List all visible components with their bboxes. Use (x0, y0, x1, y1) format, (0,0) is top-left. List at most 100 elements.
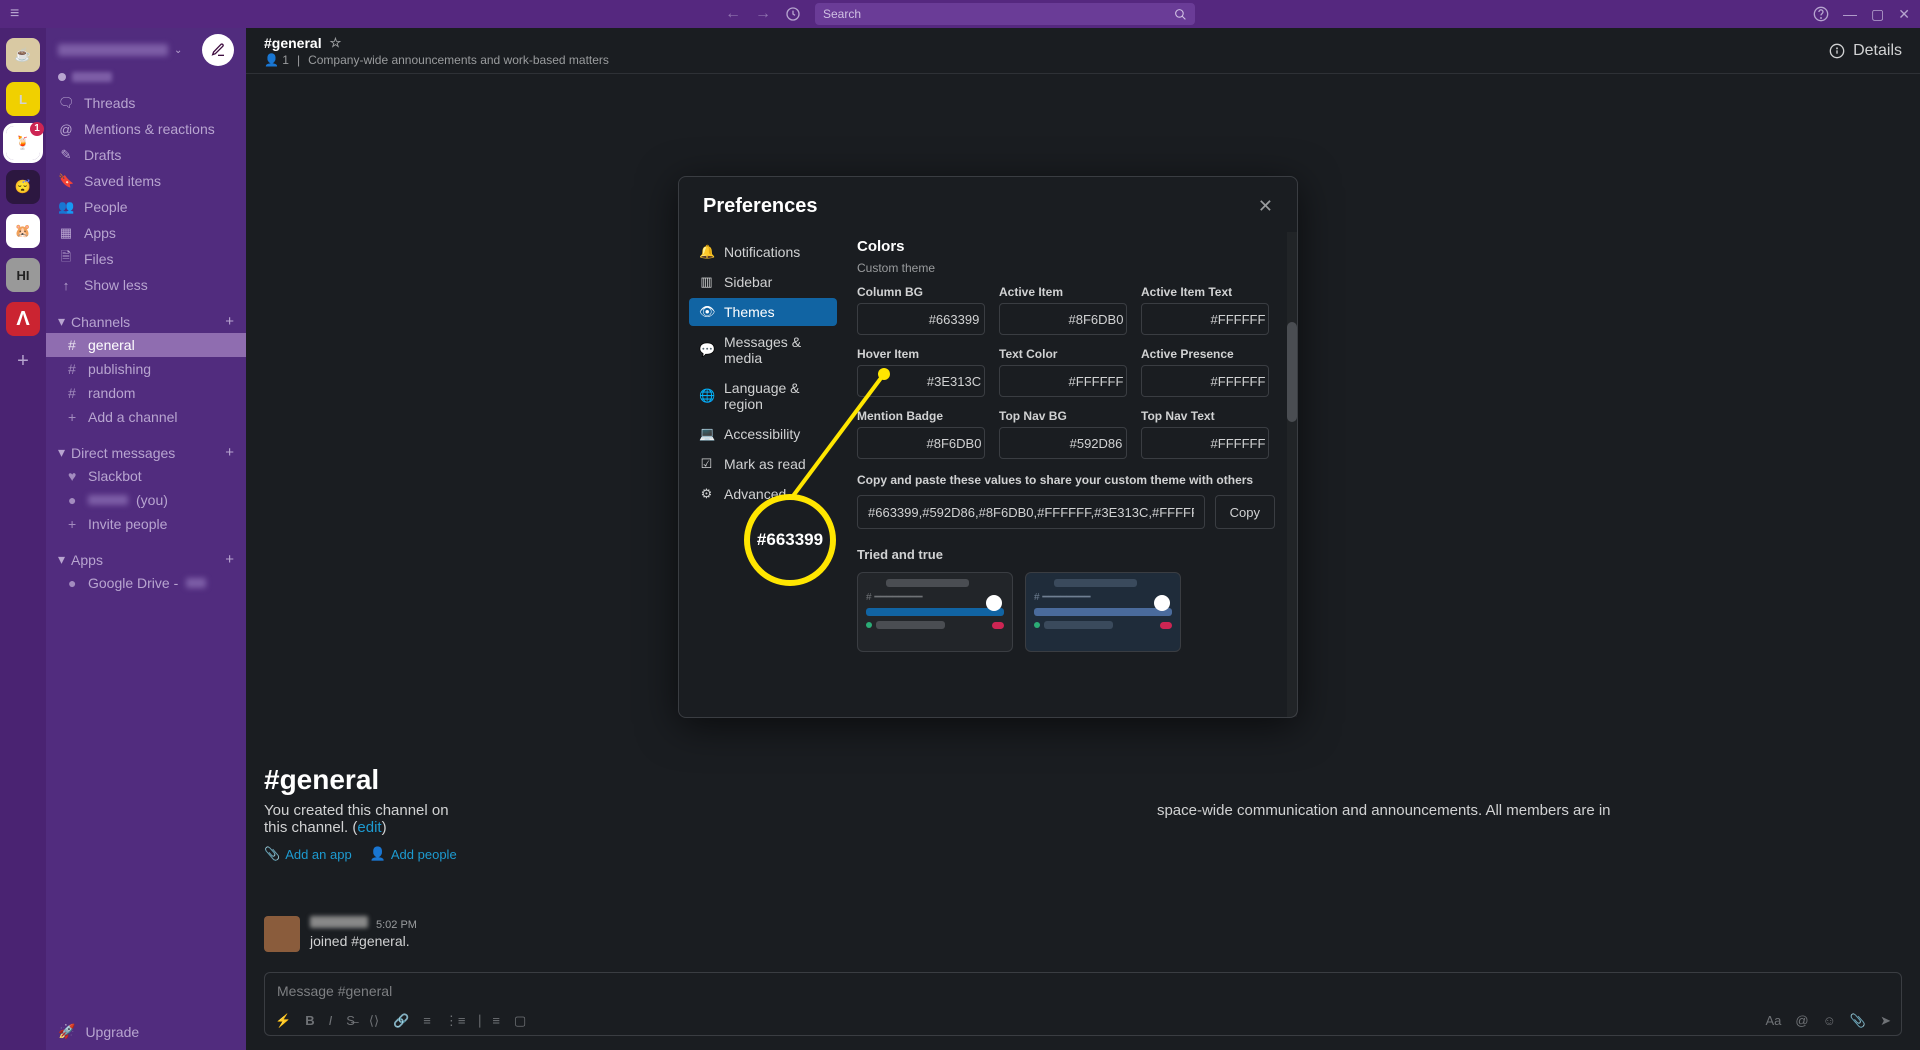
quote-icon[interactable]: ⎸≡ (479, 1013, 500, 1029)
color-value[interactable] (1000, 374, 1127, 389)
scrollbar-thumb[interactable] (1287, 322, 1297, 422)
upgrade-link[interactable]: 🚀Upgrade (46, 1013, 246, 1050)
close-window-icon[interactable]: ✕ (1898, 6, 1910, 23)
color-value[interactable] (1000, 312, 1127, 327)
history-icon[interactable] (785, 6, 801, 22)
color-value[interactable] (1142, 312, 1269, 327)
lightning-icon[interactable]: ⚡ (275, 1013, 291, 1029)
channels-section-header[interactable]: ▾Channels + (46, 310, 246, 333)
details-button[interactable]: Details (1829, 42, 1902, 60)
color-value[interactable] (1000, 436, 1127, 451)
color-value[interactable] (858, 436, 985, 451)
composer-input[interactable]: Message #general (265, 973, 1901, 1009)
share-theme-input[interactable] (857, 495, 1205, 529)
close-icon[interactable]: ✕ (1258, 196, 1273, 217)
workspace-4[interactable]: 😴 (6, 170, 40, 204)
sidebar-apps[interactable]: ▦Apps (46, 220, 246, 246)
nav-messages[interactable]: 💬Messages & media (689, 328, 837, 372)
code-icon[interactable]: ⟨⟩ (369, 1013, 379, 1029)
menu-icon[interactable]: ≡ (10, 5, 19, 23)
nav-mark-read[interactable]: ☑Mark as read (689, 450, 837, 478)
mention-icon[interactable]: @ (1795, 1013, 1808, 1029)
strike-icon[interactable]: S̶ (346, 1013, 355, 1029)
color-input-top-nav-text[interactable] (1141, 427, 1269, 459)
nav-themes[interactable]: 👁Themes (689, 298, 837, 326)
nav-sidebar[interactable]: ▥Sidebar (689, 268, 837, 296)
sidebar-saved[interactable]: 🔖Saved items (46, 168, 246, 194)
color-input-active-presence[interactable] (1141, 365, 1269, 397)
member-count[interactable]: 👤 1 (264, 53, 289, 67)
emoji-icon[interactable]: ☺ (1823, 1013, 1836, 1029)
scrollbar-track[interactable] (1287, 232, 1297, 717)
color-input-text-color[interactable] (999, 365, 1127, 397)
add-app-link[interactable]: 📎 Add an app (264, 846, 352, 862)
dm-you[interactable]: ●(you) (46, 488, 246, 512)
apps-section-header[interactable]: ▾Apps + (46, 548, 246, 571)
add-workspace-icon[interactable]: + (17, 350, 29, 373)
add-dm-icon[interactable]: + (225, 444, 234, 461)
invite-people[interactable]: +Invite people (46, 512, 246, 536)
ol-icon[interactable]: ≡ (423, 1013, 431, 1029)
nav-notifications[interactable]: 🔔Notifications (689, 238, 837, 266)
channel-topic[interactable]: Company-wide announcements and work-base… (308, 53, 609, 67)
theme-preset-2[interactable]: # ━━━━━━━━ (1025, 572, 1181, 652)
dms-section-header[interactable]: ▾Direct messages + (46, 441, 246, 464)
sidebar-files[interactable]: 🗎Files (46, 246, 246, 272)
color-value[interactable] (1142, 436, 1269, 451)
sidebar-show-less[interactable]: ↑Show less (46, 272, 246, 298)
edit-link[interactable]: edit (357, 819, 381, 836)
color-value[interactable] (1142, 374, 1269, 389)
avatar[interactable] (264, 916, 300, 952)
workspace-2[interactable]: L (6, 82, 40, 116)
color-input-top-nav-bg[interactable] (999, 427, 1127, 459)
nav-accessibility[interactable]: 💻Accessibility (689, 420, 837, 448)
global-search[interactable]: Search (815, 3, 1195, 25)
channel-general[interactable]: #general (46, 333, 246, 357)
attach-icon[interactable]: 📎 (1850, 1013, 1866, 1029)
back-icon[interactable]: ← (725, 5, 741, 23)
workspace-6[interactable]: HI (6, 258, 40, 292)
color-value[interactable] (858, 312, 985, 327)
workspace-7[interactable]: Λ (6, 302, 40, 336)
maximize-icon[interactable]: ▢ (1871, 6, 1884, 23)
ul-icon[interactable]: ⋮≡ (445, 1013, 466, 1029)
color-value[interactable] (858, 374, 985, 389)
star-icon[interactable]: ☆ (330, 35, 342, 51)
sidebar-drafts[interactable]: ✎Drafts (46, 142, 246, 168)
color-input-active-item-text[interactable] (1141, 303, 1269, 335)
theme-preset-1[interactable]: # ━━━━━━━━ (857, 572, 1013, 652)
sidebar-people[interactable]: 👥People (46, 194, 246, 220)
nav-language[interactable]: 🌐Language & region (689, 374, 837, 418)
sidebar-threads[interactable]: 🗨Threads (46, 90, 246, 116)
add-app-icon[interactable]: + (225, 551, 234, 568)
add-channel-icon[interactable]: + (225, 313, 234, 330)
sidebar-mentions[interactable]: @Mentions & reactions (46, 116, 246, 142)
workspace-1[interactable]: ☕ (6, 38, 40, 72)
dm-slackbot[interactable]: ♥Slackbot (46, 464, 246, 488)
add-channel-item[interactable]: +Add a channel (46, 405, 246, 429)
forward-icon[interactable]: → (755, 5, 771, 23)
channel-random[interactable]: #random (46, 381, 246, 405)
app-gdrive[interactable]: ●Google Drive - (46, 571, 246, 595)
send-icon[interactable]: ➤ (1880, 1013, 1891, 1029)
color-input-active-item[interactable] (999, 303, 1127, 335)
codeblock-icon[interactable]: ▢ (514, 1013, 526, 1029)
compose-button[interactable] (202, 34, 234, 66)
italic-icon[interactable]: I (329, 1013, 333, 1029)
color-input-hover-item[interactable] (857, 365, 985, 397)
color-input-mention-badge[interactable] (857, 427, 985, 459)
bold-icon[interactable]: B (305, 1013, 314, 1029)
channel-title[interactable]: #general☆ (264, 35, 609, 51)
workspace-5[interactable]: 🐹 (6, 214, 40, 248)
workspace-switcher[interactable]: ⌄ (58, 44, 182, 56)
minimize-icon[interactable]: — (1843, 6, 1857, 22)
add-people-link[interactable]: 👤 Add people (370, 846, 457, 862)
link-icon[interactable]: 🔗 (393, 1013, 409, 1029)
message-composer[interactable]: Message #general ⚡ B I S̶ ⟨⟩ 🔗 ≡ ⋮≡ ⎸≡ ▢… (264, 972, 1902, 1036)
color-input-column-bg[interactable] (857, 303, 985, 335)
help-icon[interactable] (1813, 6, 1829, 22)
font-icon[interactable]: Aa (1766, 1013, 1782, 1029)
workspace-3-active[interactable]: 🍹1 (6, 126, 40, 160)
copy-button[interactable]: Copy (1215, 495, 1275, 529)
channel-publishing[interactable]: #publishing (46, 357, 246, 381)
